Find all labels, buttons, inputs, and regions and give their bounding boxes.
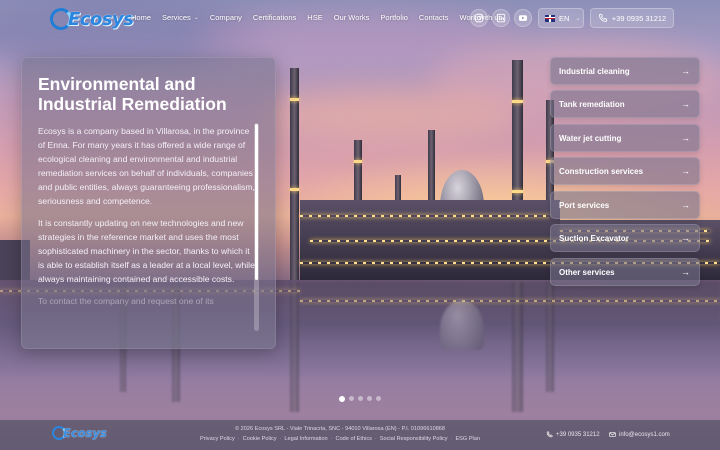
footer-phone[interactable]: +39 0935 31212 [546,431,600,438]
hero-description[interactable]: Ecosys is a company based in Villarosa, … [38,124,258,332]
phone-icon [598,13,607,22]
nav-services-label: Services [162,13,191,22]
hero-paragraph: Ecosys is a company based in Villarosa, … [38,126,255,206]
arrow-right-icon: → [681,200,690,210]
phone-icon [546,431,553,438]
nav-portfolio-label: Portfolio [380,13,408,22]
carousel-dot[interactable] [358,396,363,401]
arrow-right-icon: → [681,133,690,143]
logo-text: Ecosys [68,8,134,30]
nav-portfolio[interactable]: Portfolio [380,13,408,22]
nav-home[interactable]: Home [131,13,151,22]
nav-hse-label: HSE [307,13,323,22]
service-label: Construction services [559,166,644,176]
footer-link-cookie-policy[interactable]: Cookie Policy [243,436,277,442]
nav-our-works-label: Our Works [333,13,370,22]
footer-email[interactable]: info@ecosys1.com [609,431,670,438]
footer-phone-label: +39 0935 31212 [556,431,600,438]
carousel-pagination [339,395,381,402]
instagram-icon [474,13,484,23]
service-tank-remediation[interactable]: Tank remediation → [550,90,700,118]
carousel-dot[interactable] [367,396,372,401]
footer-link-separator: · [279,436,282,442]
hero-scrollbar-thumb[interactable] [255,124,258,280]
nav-services[interactable]: Services ⌄ [162,13,199,22]
language-label: EN [559,13,570,23]
hero-title: Environmental and Industrial Remediation [38,74,227,114]
carousel-dot[interactable] [376,396,381,401]
footer-link-separator: · [237,436,240,442]
arrow-right-icon: → [681,99,690,109]
carousel-dot[interactable] [349,396,354,401]
service-label: Port services [559,200,610,210]
hero-paragraph: To contact the company and request one o… [38,296,214,306]
arrow-right-icon: → [681,66,690,76]
service-label: Water jet cutting [559,133,622,143]
header-phone-label: +39 0935 31212 [611,13,667,23]
nav-home-label: Home [131,13,152,22]
linkedin-icon [496,13,506,23]
footer-logo-text: Ecosys [63,426,107,440]
linkedin-button[interactable] [492,9,510,27]
language-selector[interactable]: EN ⌄ [538,8,584,28]
mail-icon [609,432,616,437]
chevron-down-icon: ⌄ [575,15,581,22]
chevron-down-icon: ⌄ [193,15,199,21]
service-label: Tank remediation [559,99,625,109]
text-fade-overlay [22,308,275,348]
footer-links: Privacy Policy · Cookie Policy · Legal Inf… [160,436,520,442]
footer-link-code-of-ethics[interactable]: Code of Ethics [336,436,372,442]
arrow-right-icon: → [681,233,690,243]
nav-contacts[interactable]: Contacts [419,13,449,22]
nav-contacts-label: Contacts [418,13,449,22]
footer-link-separator: · [374,436,377,442]
carousel-dot[interactable] [339,395,345,402]
service-industrial-cleaning[interactable]: Industrial cleaning → [550,57,700,85]
service-construction-services[interactable]: Construction services → [550,157,700,185]
nav-hse[interactable]: HSE [307,13,322,22]
youtube-icon [518,15,528,21]
service-label: Industrial cleaning [559,66,630,76]
hero-info-panel: Environmental and Industrial Remediation… [21,57,276,349]
site-footer: Ecosys © 2026 Ecosys SRL - Viale Trinacr… [0,420,720,450]
nav-our-works[interactable]: Our Works [334,13,370,22]
nav-certifications-label: Certifications [252,13,297,22]
footer-link-separator: · [450,436,453,442]
instagram-button[interactable] [470,9,488,27]
ecosys-logo[interactable]: Ecosys [50,8,134,30]
footer-email-label: info@ecosys1.com [619,431,670,438]
footer-link-privacy-policy[interactable]: Privacy Policy [200,436,235,442]
footer-copyright: © 2026 Ecosys SRL - Viale Trinacria, SNC… [234,426,446,432]
footer-logo[interactable]: Ecosys [52,426,107,440]
footer-link-legal-information[interactable]: Legal Information [284,436,327,442]
nav-company[interactable]: Company [210,13,242,22]
footer-link-social-responsibility[interactable]: Social Responsibility Policy [380,436,448,442]
service-label: Suction Excavator [559,233,629,243]
arrow-right-icon: → [681,267,690,277]
main-navigation: Home Services ⌄ Company Certifications HS… [131,13,513,22]
service-water-jet-cutting[interactable]: Water jet cutting → [550,124,700,152]
service-port-services[interactable]: Port services → [550,191,700,219]
youtube-button[interactable] [514,9,532,27]
arrow-right-icon: → [681,166,690,176]
nav-company-label: Company [209,13,242,22]
service-label: Other services [559,267,615,277]
uk-flag-icon [545,14,555,22]
footer-link-separator: · [330,436,333,442]
header-phone-button[interactable]: +39 0935 31212 [590,8,674,28]
service-other-services[interactable]: Other services → [550,258,700,286]
service-suction-excavator[interactable]: Suction Excavator → [550,224,700,252]
site-header: Ecosys Home Services ⌄ Company Certificat… [0,0,720,40]
hero-paragraph: It is constantly updating on new technol… [38,218,255,284]
nav-certifications[interactable]: Certifications [253,13,296,22]
footer-link-esg-plan[interactable]: ESG Plan [455,436,480,442]
